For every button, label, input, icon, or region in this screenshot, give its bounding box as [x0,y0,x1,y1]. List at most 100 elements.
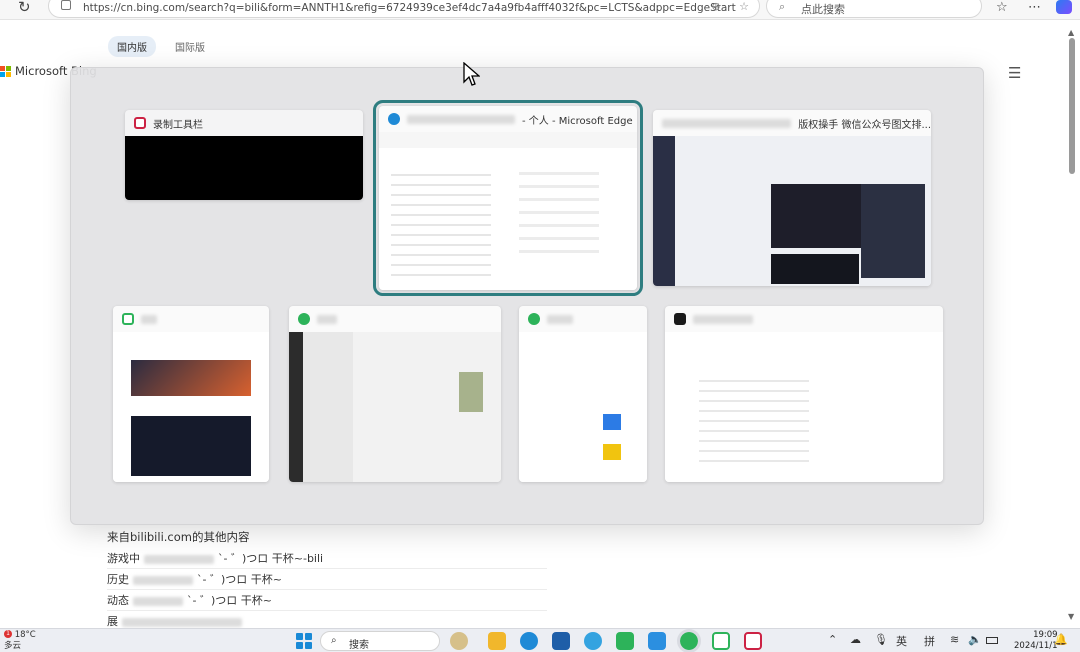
microphone-icon[interactable]: 🎙 [874,633,888,646]
search-icon: ⌕ [779,0,786,13]
redacted-text [407,114,515,124]
hamburger-menu-icon[interactable]: ☰ [1008,64,1021,82]
redacted-text [693,314,753,324]
reading-view-icon[interactable]: ⊕ [709,0,723,14]
volume-icon[interactable]: 🔈 [968,633,982,646]
mouse-cursor-icon [463,62,480,86]
screen: ↻ https://cn.bing.com/search?q=bili&form… [0,0,1080,652]
app-icon [674,313,686,325]
window-title: 录制工具栏 [153,119,203,131]
result-tail: `- ゛)つロ 干杯~ [187,594,272,607]
cloud-icon[interactable]: ☁ [850,633,861,646]
window-title-bar [289,306,501,332]
toolbar-search-box[interactable]: ⌕ 点此搜索 [766,0,982,18]
app-icon[interactable] [648,632,666,650]
window-title-bar: 版权操手 微信公众号图文排... [653,110,931,136]
window-thumbnail-7[interactable] [665,306,943,482]
redacted-text [133,575,193,585]
wifi-icon[interactable]: ≋ [950,633,959,646]
edge-icon[interactable] [520,632,538,650]
redacted-text [662,118,792,128]
redacted-text [317,314,337,324]
notification-badge: 1 [4,630,12,638]
window-preview [289,332,501,482]
redacted-text [133,596,183,606]
results-source-heading[interactable]: 来自bilibili.com的其他内容 [107,527,547,548]
list-item[interactable]: 历史 `- ゛)つロ 干杯~ [107,569,547,590]
window-title-bar: - 个人 - Microsoft Edge [379,106,637,132]
tab-domestic[interactable]: 国内版 [108,36,156,57]
address-url[interactable]: https://cn.bing.com/search?q=bili&form=A… [83,2,736,14]
refresh-icon[interactable]: ↻ [18,0,31,16]
scroll-up-icon[interactable]: ▲ [1068,28,1074,37]
region-tabs: 国内版 国际版 [108,36,214,57]
result-label: 动态 [107,594,129,607]
clock-date: 2024/11/1 [1014,641,1058,651]
window-title: - 个人 - Microsoft Edge [522,115,633,127]
notification-bell-icon[interactable]: 🔔 [1054,633,1068,646]
store-icon[interactable] [552,632,570,650]
search-results: 来自bilibili.com的其他内容 游戏中 `- ゛)つロ 干杯~-bili … [107,527,547,632]
weather-condition: 多云 [4,641,22,651]
search-highlight-icon[interactable] [450,632,468,650]
address-bar[interactable]: https://cn.bing.com/search?q=bili&form=A… [48,0,760,18]
app-icon [528,313,540,325]
task-switcher-overlay: 录制工具栏 - 个人 - Microsoft Edge 版权操手 微信公众号图文… [70,67,984,525]
ime-mode[interactable]: 拼 [924,633,935,649]
window-preview [125,136,363,200]
window-thumbnail-4[interactable] [113,306,269,482]
taskbar-clock[interactable]: 19:09 2024/11/1 [1014,630,1058,652]
page-scrollbar[interactable]: ▲ ▼ [1068,28,1076,622]
scroll-down-icon[interactable]: ▼ [1068,612,1074,621]
browser-toolbar: ↻ https://cn.bing.com/search?q=bili&form… [0,0,1080,20]
list-item[interactable]: 动态 `- ゛)つロ 干杯~ [107,590,547,611]
favorite-star-icon[interactable]: ☆ [737,0,751,14]
result-label: 游戏中 [107,552,140,565]
weather-temperature: 18°C [14,630,36,640]
redacted-text [547,314,573,324]
window-preview [653,136,931,286]
result-tail: `- ゛)つロ 干杯~-bili [218,552,324,565]
copilot-icon[interactable] [1056,0,1072,14]
more-menu-icon[interactable]: ⋯ [1028,0,1041,15]
window-title-bar [519,306,647,332]
redacted-text [144,554,214,564]
wechat-app-icon [298,313,310,325]
weather-widget[interactable]: 1 18°C 多云 [4,630,36,652]
edge-app-icon [388,113,400,125]
redacted-text [122,617,242,627]
start-menu-icon[interactable] [296,633,312,649]
taskbar-search[interactable]: ⌕ 搜索 [320,631,440,651]
toolbar-search-placeholder: 点此搜索 [801,3,845,16]
window-thumbnail-wechat[interactable] [289,306,501,482]
search-icon: ⌕ [331,635,337,646]
window-preview [113,332,269,482]
screen-app-icon[interactable] [712,632,730,650]
tab-international[interactable]: 国际版 [166,36,214,57]
favorites-icon[interactable]: ☆ [996,0,1008,15]
battery-icon[interactable] [986,637,998,644]
result-tail: `- ゛)つロ 干杯~ [197,573,282,586]
result-label: 历史 [107,573,129,586]
window-title: 版权操手 微信公众号图文排... [798,119,931,131]
microsoft-logo-icon [0,65,11,77]
window-thumbnail-recorder[interactable]: 录制工具栏 [125,110,363,200]
windows-taskbar: 1 18°C 多云 ⌕ 搜索 ⌃ ☁ 🎙 英 拼 ≋ 🔈 19:09 2024/… [0,628,1080,652]
window-title-bar: 录制工具栏 [125,110,363,136]
ie-icon[interactable] [584,632,602,650]
window-thumbnail-6[interactable] [519,306,647,482]
window-thumbnail-edge[interactable]: - 个人 - Microsoft Edge [373,100,643,296]
wechat-icon[interactable] [677,629,701,652]
recorder-app-icon [134,117,146,129]
show-hidden-icons-chevron[interactable]: ⌃ [828,633,837,646]
window-thumbnail-wechat-editor[interactable]: 版权操手 微信公众号图文排... [653,110,931,286]
redacted-text [141,314,157,324]
recorder-icon[interactable] [744,632,762,650]
list-item[interactable]: 游戏中 `- ゛)つロ 干杯~-bili [107,548,547,569]
app-icon [122,313,134,325]
taskbar-search-label: 搜索 [349,640,369,651]
file-explorer-icon[interactable] [488,632,506,650]
messages-app-icon[interactable] [616,632,634,650]
scrollbar-thumb[interactable] [1069,38,1075,174]
ime-language[interactable]: 英 [896,633,907,649]
